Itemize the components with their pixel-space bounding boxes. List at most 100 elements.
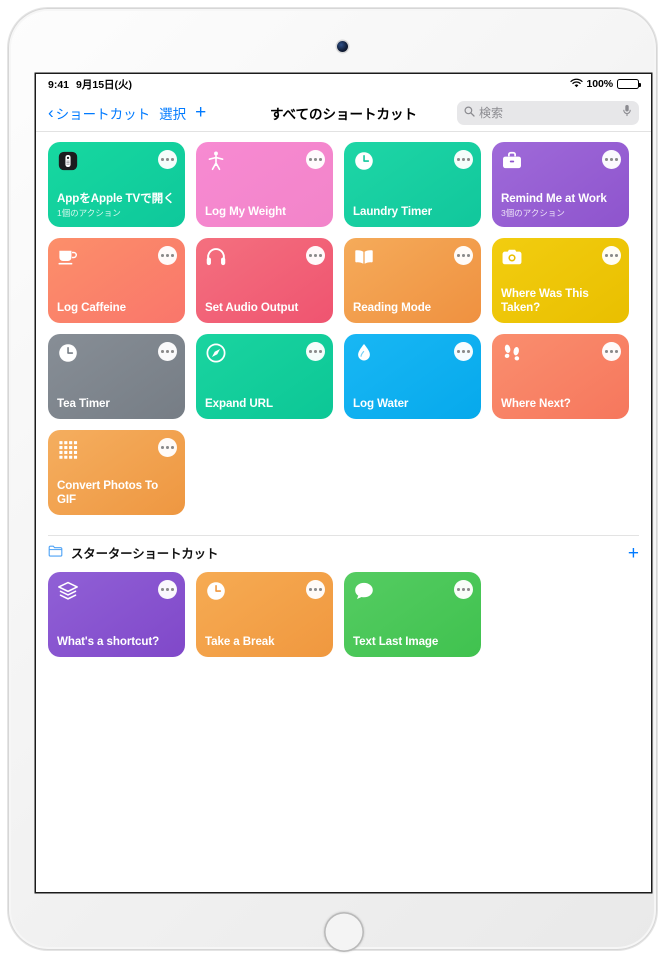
shortcut-card-body: Log Caffeine xyxy=(57,301,176,315)
shortcut-card-title: Where Next? xyxy=(501,396,571,410)
card-more-options-button[interactable] xyxy=(602,150,621,169)
shortcut-card[interactable]: Convert Photos To GIF xyxy=(48,430,185,515)
shortcut-card-title: Log My Weight xyxy=(205,204,286,218)
status-time: 9:41 xyxy=(48,78,70,91)
search-icon xyxy=(464,104,475,122)
shortcut-card-title: Laundry Timer xyxy=(353,204,433,218)
clock-icon xyxy=(205,580,227,602)
shortcut-card[interactable]: Expand URL xyxy=(196,334,333,419)
layers-icon xyxy=(57,580,79,602)
shortcut-card[interactable]: Tea Timer xyxy=(48,334,185,419)
headphones-icon xyxy=(205,246,227,268)
battery-percent: 100% xyxy=(586,78,614,90)
shortcut-card[interactable]: What's a shortcut? xyxy=(48,572,185,657)
shortcut-card-body: AppをApple TVで開く 1個のアクション xyxy=(57,192,176,219)
shortcut-card-title: Take a Break xyxy=(205,634,275,648)
chevron-left-icon: ‹ xyxy=(48,103,54,122)
clock-icon xyxy=(353,150,375,172)
card-more-options-button[interactable] xyxy=(306,342,325,361)
battery-icon xyxy=(617,79,641,89)
shortcut-card[interactable]: Log Water xyxy=(344,334,481,419)
card-more-options-button[interactable] xyxy=(306,150,325,169)
navigation-bar: ‹ ショートカット 選択 + すべてのショートカット 検索 xyxy=(36,94,651,132)
microphone-icon[interactable] xyxy=(622,104,632,122)
card-more-options-button[interactable] xyxy=(454,150,473,169)
status-date: 9月15日(火) xyxy=(76,78,133,91)
status-bar-right: 100% xyxy=(569,78,641,91)
card-more-options-button[interactable] xyxy=(158,342,177,361)
shortcut-card-title: Reading Mode xyxy=(353,300,432,314)
add-starter-shortcut-button[interactable]: + xyxy=(628,544,639,563)
shortcut-card-body: Where Was This Taken? xyxy=(501,287,620,315)
home-button[interactable] xyxy=(324,912,364,952)
shortcut-card[interactable]: Text Last Image xyxy=(344,572,481,657)
shortcut-card[interactable]: Remind Me at Work 3個のアクション xyxy=(492,142,629,227)
speech-bubble-icon xyxy=(353,580,375,602)
shortcuts-content: AppをApple TVで開く 1個のアクション Log My Weight Laun… xyxy=(36,132,651,892)
shortcut-card-body: Log My Weight xyxy=(205,205,324,219)
shortcut-card-title: Log Water xyxy=(353,396,409,410)
shortcut-card[interactable]: Log My Weight xyxy=(196,142,333,227)
ipad-device-frame: 9:41 9月15日(火) 100% ‹ ショートカット 選択 + すべてのショ… xyxy=(8,8,657,952)
shortcut-card-title: What's a shortcut? xyxy=(57,634,160,648)
open-book-icon xyxy=(353,246,375,268)
card-more-options-button[interactable] xyxy=(306,580,325,599)
compass-icon xyxy=(205,342,227,364)
front-camera-icon xyxy=(337,41,348,52)
shortcut-card-title: Set Audio Output xyxy=(205,300,299,314)
shortcut-card-body: What's a shortcut? xyxy=(57,635,176,649)
shortcut-card-body: Convert Photos To GIF xyxy=(57,479,176,507)
card-more-options-button[interactable] xyxy=(454,580,473,599)
shortcut-card-body: Log Water xyxy=(353,397,472,411)
shortcut-card[interactable]: Log Caffeine xyxy=(48,238,185,323)
remote-control-icon xyxy=(57,150,79,172)
card-more-options-button[interactable] xyxy=(602,246,621,265)
shortcut-card-title: AppをApple TVで開く xyxy=(57,191,175,205)
navigation-left: ‹ ショートカット 選択 + xyxy=(48,103,206,123)
water-drop-icon xyxy=(353,342,375,364)
card-more-options-button[interactable] xyxy=(602,342,621,361)
shortcut-card-body: Laundry Timer xyxy=(353,205,472,219)
shortcut-card-title: Expand URL xyxy=(205,396,273,410)
shortcut-card[interactable]: Reading Mode xyxy=(344,238,481,323)
status-bar: 9:41 9月15日(火) 100% xyxy=(36,74,651,94)
shortcut-card[interactable]: Where Next? xyxy=(492,334,629,419)
shortcut-card[interactable]: AppをApple TVで開く 1個のアクション xyxy=(48,142,185,227)
status-bar-left: 9:41 9月15日(火) xyxy=(48,77,132,92)
wifi-icon xyxy=(569,78,583,91)
shortcut-card[interactable]: Take a Break xyxy=(196,572,333,657)
camera-icon xyxy=(501,246,523,268)
ipad-screen: 9:41 9月15日(火) 100% ‹ ショートカット 選択 + すべてのショ… xyxy=(36,74,651,892)
shortcut-card-subtitle: 3個のアクション xyxy=(501,208,565,218)
select-button[interactable]: 選択 xyxy=(159,103,186,123)
back-button[interactable]: ‹ ショートカット xyxy=(48,103,150,123)
add-shortcut-button[interactable]: + xyxy=(195,103,206,122)
all-shortcuts-grid: AppをApple TVで開く 1個のアクション Log My Weight Laun… xyxy=(48,142,639,515)
shortcut-card-body: Remind Me at Work 3個のアクション xyxy=(501,192,620,219)
clock-icon xyxy=(57,342,79,364)
shortcut-card-title: Text Last Image xyxy=(353,634,439,648)
starter-shortcuts-grid: What's a shortcut? Take a Break Text Last … xyxy=(48,572,639,657)
card-more-options-button[interactable] xyxy=(158,438,177,457)
shortcut-card-body: Tea Timer xyxy=(57,397,176,411)
back-button-label: ショートカット xyxy=(55,106,151,122)
search-input[interactable]: 検索 xyxy=(457,100,639,125)
card-more-options-button[interactable] xyxy=(158,150,177,169)
shortcut-card[interactable]: Laundry Timer xyxy=(344,142,481,227)
card-more-options-button[interactable] xyxy=(158,580,177,599)
shortcut-card-title: Log Caffeine xyxy=(57,300,127,314)
starter-section-header: スターターショートカット + xyxy=(48,536,639,568)
shortcut-card[interactable]: Set Audio Output xyxy=(196,238,333,323)
card-more-options-button[interactable] xyxy=(454,342,473,361)
person-figure-icon xyxy=(205,150,227,172)
shortcut-card-body: Set Audio Output xyxy=(205,301,324,315)
search-placeholder: 検索 xyxy=(479,106,504,120)
card-more-options-button[interactable] xyxy=(158,246,177,265)
shortcut-card-body: Reading Mode xyxy=(353,301,472,315)
card-more-options-button[interactable] xyxy=(454,246,473,265)
card-more-options-button[interactable] xyxy=(306,246,325,265)
navigation-right: 検索 xyxy=(457,100,639,125)
shortcut-card-title: Convert Photos To GIF xyxy=(57,478,159,506)
folder-icon xyxy=(48,544,63,562)
shortcut-card[interactable]: Where Was This Taken? xyxy=(492,238,629,323)
